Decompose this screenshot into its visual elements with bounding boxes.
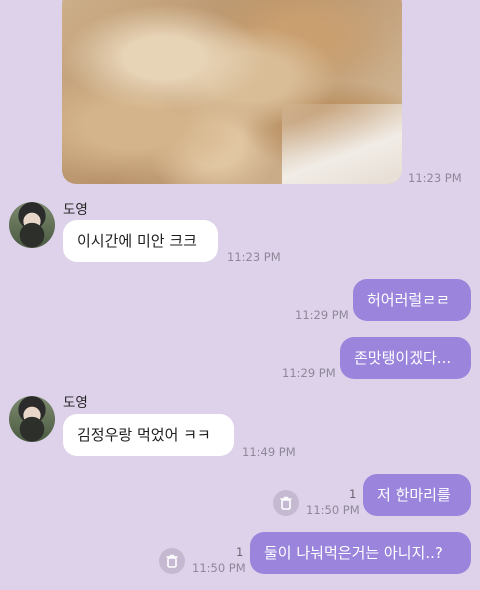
message-time: 11:29 PM bbox=[295, 308, 349, 322]
plate-area bbox=[282, 104, 402, 184]
unread-count: 1 bbox=[349, 487, 357, 501]
message-time: 11:23 PM bbox=[227, 250, 281, 264]
message-bubble[interactable]: 저 한마리를 bbox=[363, 474, 471, 516]
avatar[interactable] bbox=[9, 202, 55, 248]
unread-count: 1 bbox=[236, 545, 244, 559]
message-bubble[interactable]: 김정우랑 먹었어 ㅋㅋ bbox=[63, 414, 234, 456]
photo-time: 11:23 PM bbox=[408, 171, 462, 185]
message-bubble[interactable]: 이시간에 미안 크크 bbox=[63, 220, 218, 262]
message-time: 11:50 PM bbox=[306, 503, 360, 517]
message-time: 11:50 PM bbox=[192, 561, 246, 575]
message-bubble[interactable]: 둘이 나눠먹은거는 아니지..? bbox=[250, 532, 471, 574]
message-bubble[interactable]: 존맛탱이겠다... bbox=[340, 337, 471, 379]
message-time: 11:49 PM bbox=[242, 445, 296, 459]
avatar[interactable] bbox=[9, 396, 55, 442]
message-time: 11:29 PM bbox=[282, 366, 336, 380]
chicken-photo[interactable] bbox=[62, 0, 402, 184]
trash-icon[interactable] bbox=[159, 548, 185, 574]
trash-icon[interactable] bbox=[273, 490, 299, 516]
sender-name: 도영 bbox=[63, 202, 88, 218]
sender-name: 도영 bbox=[63, 395, 88, 411]
message-bubble[interactable]: 허어러럴ㄹㄹ bbox=[353, 279, 471, 321]
